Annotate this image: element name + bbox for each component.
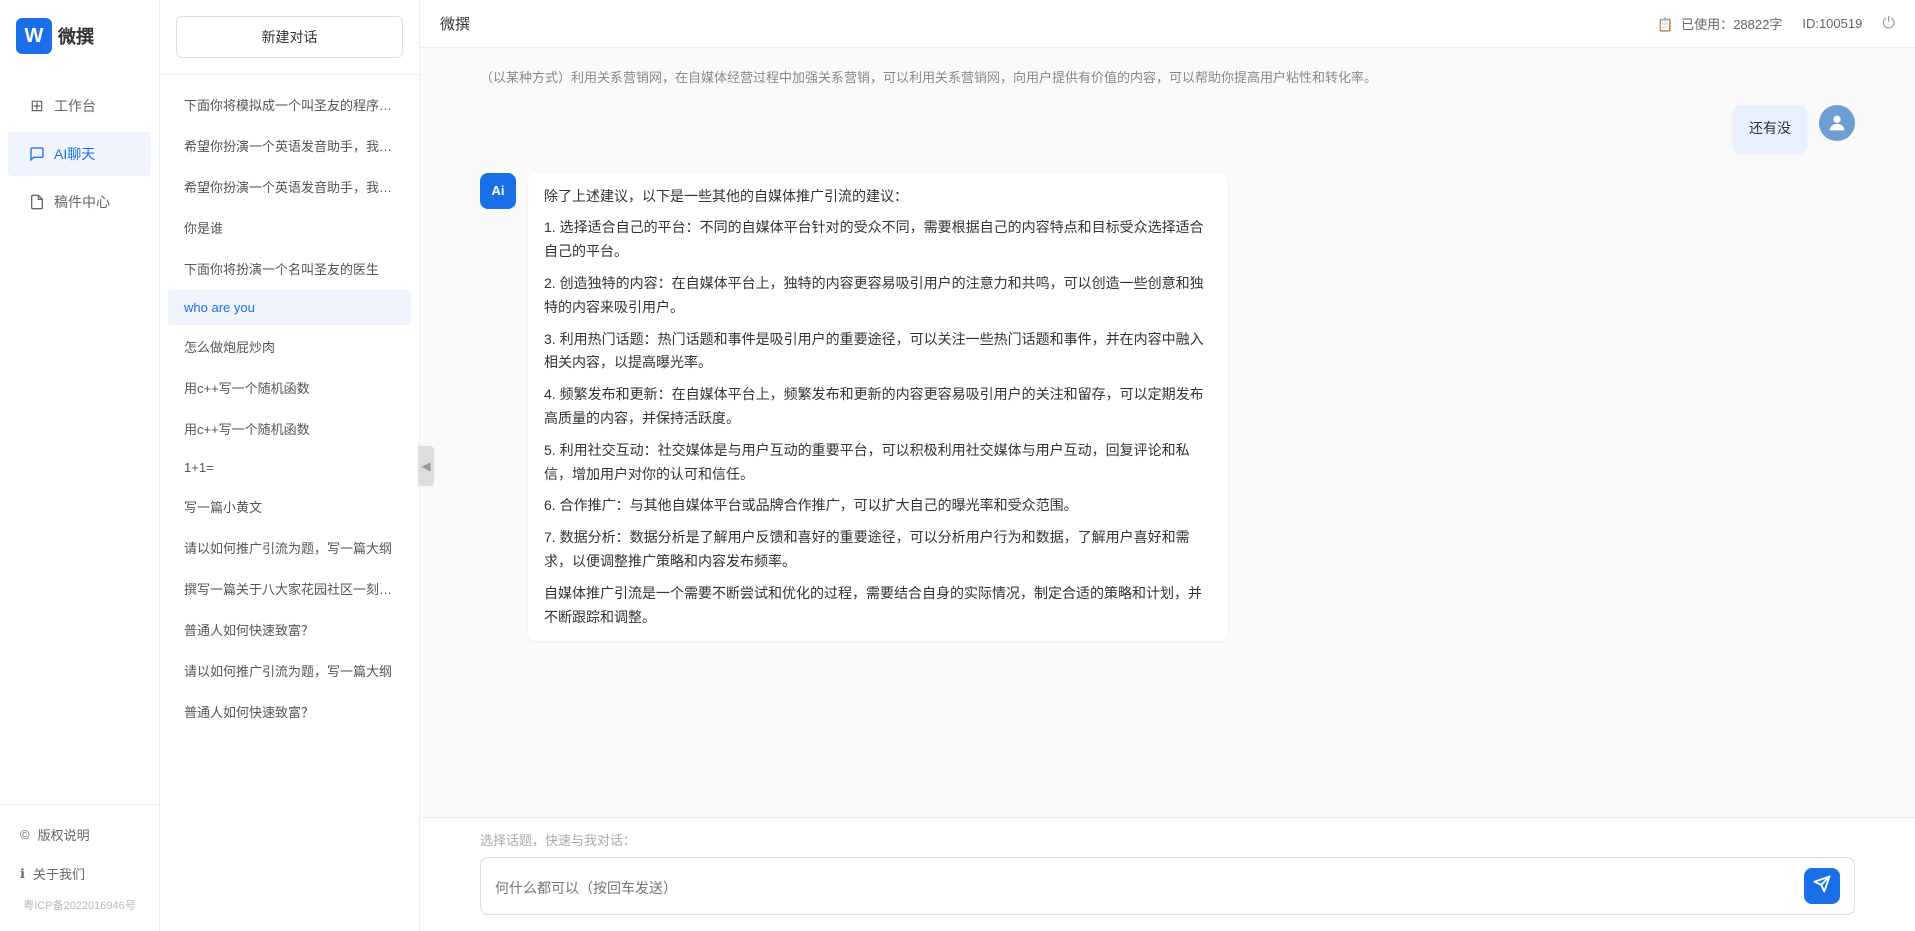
drafts-icon <box>28 193 46 211</box>
ai-chat-icon <box>28 145 46 163</box>
list-item[interactable]: 普通人如何快速致富？ <box>168 692 411 731</box>
workbench-icon: ⊞ <box>28 97 46 115</box>
main-header: 微撰 📋 已使用：28822字 ID:100519 ⏻ <box>420 0 1915 48</box>
quick-topics-label: 选择话题，快速与我对话： <box>480 830 1855 849</box>
sidebar-item-drafts-label: 稿件中心 <box>54 192 110 212</box>
copyright-item[interactable]: © 版权说明 <box>0 815 159 854</box>
partial-top-message: （以某种方式）利用关系营销网，在自媒体经营过程中加强关系营销，可以利用关系营销网… <box>480 68 1855 89</box>
list-item[interactable]: 写一篇小黄文 <box>168 487 411 526</box>
chat-input[interactable] <box>495 878 1794 894</box>
ai-msg-intro: 除了上述建议，以下是一些其他的自媒体推广引流的建议： <box>544 185 1212 209</box>
chat-list: 下面你将模拟成一个叫圣友的程序员，我说... 希望你扮演一个英语发音助手，我提供… <box>160 75 419 931</box>
sidebar-item-ai-chat-label: AI聊天 <box>54 144 95 164</box>
sidebar-nav: W 微撰 ⊞ 工作台 AI聊天 稿件中心 © 版权说明 ℹ 关于我们 粤 <box>0 0 160 931</box>
list-item[interactable]: 你是谁 <box>168 208 411 247</box>
main-content: 微撰 📋 已使用：28822字 ID:100519 ⏻ （以某种方式）利用关系营… <box>420 0 1915 931</box>
sidebar-collapse-button[interactable]: ◀ <box>418 446 434 486</box>
user-message-row: 还有没 <box>480 105 1855 153</box>
ai-message-row: Ai 除了上述建议，以下是一些其他的自媒体推广引流的建议： 1. 选择适合自己的… <box>480 173 1855 642</box>
ai-msg-p7: 7. 数据分析：数据分析是了解用户反馈和喜好的重要途径，可以分析用户行为和数据，… <box>544 526 1212 574</box>
ai-msg-p1: 1. 选择适合自己的平台：不同的自媒体平台针对的受众不同，需要根据自己的内容特点… <box>544 216 1212 264</box>
list-item[interactable]: 请以如何推广引流为题，写一篇大纲 <box>168 528 411 567</box>
collapse-icon: ◀ <box>421 459 430 473</box>
usage-text: 📋 已使用：28822字 <box>1657 14 1782 33</box>
chat-history-header: 新建对话 <box>160 0 419 75</box>
about-icon: ℹ <box>20 866 25 882</box>
ai-msg-p2: 2. 创造独特的内容：在自媒体平台上，独特的内容更容易吸引用户的注意力和共鸣，可… <box>544 272 1212 320</box>
send-button[interactable] <box>1804 868 1840 904</box>
copyright-label: 版权说明 <box>38 825 90 844</box>
input-area: 选择话题，快速与我对话： <box>420 817 1915 931</box>
user-message-bubble: 还有没 <box>1733 105 1807 153</box>
list-item[interactable]: 下面你将模拟成一个叫圣友的程序员，我说... <box>168 85 411 124</box>
id-text: ID:100519 <box>1802 16 1862 31</box>
list-item[interactable]: 普通人如何快速致富？ <box>168 610 411 649</box>
new-chat-button[interactable]: 新建对话 <box>176 16 403 58</box>
list-item[interactable]: 用c++写一个随机函数 <box>168 368 411 407</box>
list-item[interactable]: 怎么做炮屁炒肉 <box>168 327 411 366</box>
ai-msg-p4: 4. 频繁发布和更新：在自媒体平台上，频繁发布和更新的内容更容易吸引用户的关注和… <box>544 383 1212 431</box>
ai-msg-p3: 3. 利用热门话题：热门话题和事件是吸引用户的重要途径，可以关注一些热门话题和事… <box>544 328 1212 376</box>
chat-history-panel: 新建对话 下面你将模拟成一个叫圣友的程序员，我说... 希望你扮演一个英语发音助… <box>160 0 420 931</box>
user-avatar <box>1819 105 1855 141</box>
logo-text: 微撰 <box>58 23 94 49</box>
list-item[interactable]: 1+1= <box>168 450 411 485</box>
logo-icon: W <box>16 18 52 54</box>
sidebar-item-ai-chat[interactable]: AI聊天 <box>8 132 151 176</box>
send-icon <box>1813 875 1831 898</box>
ai-avatar: Ai <box>480 173 516 209</box>
app-logo: W 微撰 <box>0 0 159 72</box>
about-label: 关于我们 <box>33 864 85 883</box>
sidebar-item-workbench[interactable]: ⊞ 工作台 <box>8 84 151 128</box>
power-button[interactable]: ⏻ <box>1882 15 1895 33</box>
header-right: 📋 已使用：28822字 ID:100519 ⏻ <box>1657 14 1895 33</box>
sidebar-bottom: © 版权说明 ℹ 关于我们 粤ICP备2022016946号 <box>0 804 159 931</box>
ai-message-bubble: 除了上述建议，以下是一些其他的自媒体推广引流的建议： 1. 选择适合自己的平台：… <box>528 173 1228 642</box>
list-item[interactable]: who are you <box>168 290 411 325</box>
sidebar-item-workbench-label: 工作台 <box>54 96 96 116</box>
list-item[interactable]: 希望你扮演一个英语发音助手，我提供给你... <box>168 126 411 165</box>
ai-msg-p6: 6. 合作推广：与其他自媒体平台或品牌合作推广，可以扩大自己的曝光率和受众范围。 <box>544 494 1212 518</box>
copyright-icon: © <box>20 827 30 842</box>
icp-text: 粤ICP备2022016946号 <box>0 893 159 921</box>
input-row <box>480 857 1855 915</box>
list-item[interactable]: 希望你扮演一个英语发音助手，我提供给你... <box>168 167 411 206</box>
ai-msg-conclusion: 自媒体推广引流是一个需要不断尝试和优化的过程，需要结合自身的实际情况，制定合适的… <box>544 582 1212 630</box>
usage-icon: 📋 <box>1657 17 1673 32</box>
main-title: 微撰 <box>440 13 470 34</box>
list-item[interactable]: 用c++写一个随机函数 <box>168 409 411 448</box>
list-item[interactable]: 下面你将扮演一个名叫圣友的医生 <box>168 249 411 288</box>
list-item[interactable]: 请以如何推广引流为题，写一篇大纲 <box>168 651 411 690</box>
nav-items: ⊞ 工作台 AI聊天 稿件中心 <box>0 72 159 804</box>
sidebar-item-drafts[interactable]: 稿件中心 <box>8 180 151 224</box>
ai-msg-p5: 5. 利用社交互动：社交媒体是与用户互动的重要平台，可以积极利用社交媒体与用户互… <box>544 439 1212 487</box>
about-item[interactable]: ℹ 关于我们 <box>0 854 159 893</box>
list-item[interactable]: 撰写一篇关于八大家花园社区一刻钟便民生... <box>168 569 411 608</box>
messages-area: （以某种方式）利用关系营销网，在自媒体经营过程中加强关系营销，可以利用关系营销网… <box>420 48 1915 817</box>
